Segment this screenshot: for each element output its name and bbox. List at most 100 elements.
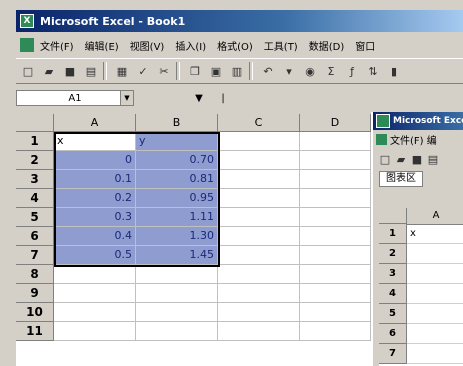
cell-d5[interactable] bbox=[300, 208, 371, 227]
cell-b2[interactable]: 0.70 bbox=[136, 151, 218, 170]
hyperlink-icon[interactable]: ◉ bbox=[301, 62, 319, 80]
select-all-corner[interactable] bbox=[379, 208, 407, 224]
column-header-d[interactable]: D bbox=[300, 114, 371, 132]
row-header-4[interactable]: 4 bbox=[379, 284, 407, 304]
cell-a9[interactable] bbox=[54, 284, 136, 303]
cell-a2[interactable] bbox=[407, 244, 463, 264]
cell-a10[interactable] bbox=[54, 303, 136, 322]
menu-edit[interactable]: 编辑(E) bbox=[85, 38, 119, 53]
print-icon[interactable]: ▤ bbox=[82, 62, 100, 80]
menu-window[interactable]: 窗口 bbox=[355, 38, 375, 53]
cell-c7[interactable] bbox=[218, 246, 300, 265]
cell-c2[interactable] bbox=[218, 151, 300, 170]
cell-a5[interactable] bbox=[407, 304, 463, 324]
row-header-1[interactable]: 1 bbox=[379, 224, 407, 244]
workbook-icon[interactable] bbox=[376, 133, 387, 145]
preview-icon[interactable]: ▦ bbox=[113, 62, 131, 80]
cell-d7[interactable] bbox=[300, 246, 371, 265]
cell-d9[interactable] bbox=[300, 284, 371, 303]
cell-b7[interactable]: 1.45 bbox=[136, 246, 218, 265]
cell-a4[interactable] bbox=[407, 284, 463, 304]
cell-a4[interactable]: 0.2 bbox=[54, 189, 136, 208]
cell-b10[interactable] bbox=[136, 303, 218, 322]
row-header-10[interactable]: 10 bbox=[16, 303, 54, 322]
cell-a7[interactable] bbox=[407, 344, 463, 364]
chevron-down-icon[interactable]: ▼ bbox=[120, 91, 133, 105]
cell-b1[interactable]: y bbox=[136, 132, 218, 151]
workbook-icon[interactable] bbox=[20, 38, 34, 52]
cell-d1[interactable] bbox=[300, 132, 371, 151]
open-icon[interactable]: ▰ bbox=[394, 152, 408, 166]
save-icon[interactable]: ■ bbox=[61, 62, 79, 80]
chart-icon[interactable]: ▮ bbox=[385, 62, 403, 80]
cell-c11[interactable] bbox=[218, 322, 300, 341]
menu-file[interactable]: 文件(F) bbox=[40, 38, 74, 53]
new-icon[interactable]: □ bbox=[378, 152, 392, 166]
undo-icon[interactable]: ↶ bbox=[259, 62, 277, 80]
cell-a3[interactable] bbox=[407, 264, 463, 284]
new-icon[interactable]: □ bbox=[19, 62, 37, 80]
row-header-11[interactable]: 11 bbox=[16, 322, 54, 341]
cell-c3[interactable] bbox=[218, 170, 300, 189]
cell-d2[interactable] bbox=[300, 151, 371, 170]
cell-b8[interactable] bbox=[136, 265, 218, 284]
row-header-2[interactable]: 2 bbox=[379, 244, 407, 264]
row-header-3[interactable]: 3 bbox=[379, 264, 407, 284]
select-all-corner[interactable] bbox=[16, 114, 54, 132]
cell-c6[interactable] bbox=[218, 227, 300, 246]
menu-format[interactable]: 格式(O) bbox=[217, 38, 253, 53]
sum-icon[interactable]: Σ bbox=[322, 62, 340, 80]
cell-b6[interactable]: 1.30 bbox=[136, 227, 218, 246]
dropdown-icon[interactable]: ▾ bbox=[280, 62, 298, 80]
cell-a7[interactable]: 0.5 bbox=[54, 246, 136, 265]
cell-a8[interactable] bbox=[54, 265, 136, 284]
copy-icon[interactable]: ❐ bbox=[186, 62, 204, 80]
cell-b3[interactable]: 0.81 bbox=[136, 170, 218, 189]
column-header-a[interactable]: A bbox=[54, 114, 136, 132]
second-excel-window[interactable]: Microsoft Excel 文件(F) 编 □ ▰ ■ ▤ 图表区 A1x2… bbox=[371, 112, 463, 366]
row-header-7[interactable]: 7 bbox=[379, 344, 407, 364]
row-header-5[interactable]: 5 bbox=[16, 208, 54, 227]
cell-a1[interactable]: x bbox=[54, 132, 136, 151]
cut-icon[interactable]: ✂ bbox=[155, 62, 173, 80]
cell-c1[interactable] bbox=[218, 132, 300, 151]
second-name-box[interactable]: 图表区 bbox=[373, 170, 463, 188]
cell-c4[interactable] bbox=[218, 189, 300, 208]
row-header-7[interactable]: 7 bbox=[16, 246, 54, 265]
cell-a5[interactable]: 0.3 bbox=[54, 208, 136, 227]
row-header-9[interactable]: 9 bbox=[16, 284, 54, 303]
cell-d3[interactable] bbox=[300, 170, 371, 189]
cell-a3[interactable]: 0.1 bbox=[54, 170, 136, 189]
cell-d10[interactable] bbox=[300, 303, 371, 322]
cell-a1[interactable]: x bbox=[407, 224, 463, 244]
worksheet-grid[interactable]: A B C D 1 x y 2 0 0.70 3 0.1 0.81 4 0.2 0.95 5 0.3 1.11 6 0.… bbox=[16, 114, 371, 366]
cell-a2[interactable]: 0 bbox=[54, 151, 136, 170]
print-icon[interactable]: ▤ bbox=[426, 152, 440, 166]
menu-view[interactable]: 视图(V) bbox=[130, 38, 165, 53]
function-icon[interactable]: ƒ bbox=[343, 62, 361, 80]
chevron-down-icon[interactable]: ▼ bbox=[194, 93, 204, 104]
row-header-3[interactable]: 3 bbox=[16, 170, 54, 189]
cell-a6[interactable] bbox=[407, 324, 463, 344]
cell-d8[interactable] bbox=[300, 265, 371, 284]
row-header-8[interactable]: 8 bbox=[16, 265, 54, 284]
second-worksheet-grid[interactable]: A1x234567 bbox=[379, 208, 463, 366]
cell-b4[interactable]: 0.95 bbox=[136, 189, 218, 208]
cell-c9[interactable] bbox=[218, 284, 300, 303]
save-icon[interactable]: ■ bbox=[410, 152, 424, 166]
cell-b9[interactable] bbox=[136, 284, 218, 303]
row-header-4[interactable]: 4 bbox=[16, 189, 54, 208]
cell-a6[interactable]: 0.4 bbox=[54, 227, 136, 246]
open-icon[interactable]: ▰ bbox=[40, 62, 58, 80]
menu-tools[interactable]: 工具(T) bbox=[264, 38, 298, 53]
row-header-6[interactable]: 6 bbox=[379, 324, 407, 344]
column-header-c[interactable]: C bbox=[218, 114, 300, 132]
cell-b11[interactable] bbox=[136, 322, 218, 341]
menu-insert[interactable]: 插入(I) bbox=[175, 38, 206, 53]
cell-c5[interactable] bbox=[218, 208, 300, 227]
cell-d4[interactable] bbox=[300, 189, 371, 208]
spelling-icon[interactable]: ✓ bbox=[134, 62, 152, 80]
paste-icon[interactable]: ▣ bbox=[207, 62, 225, 80]
cell-d6[interactable] bbox=[300, 227, 371, 246]
column-header-a[interactable]: A bbox=[407, 208, 463, 225]
